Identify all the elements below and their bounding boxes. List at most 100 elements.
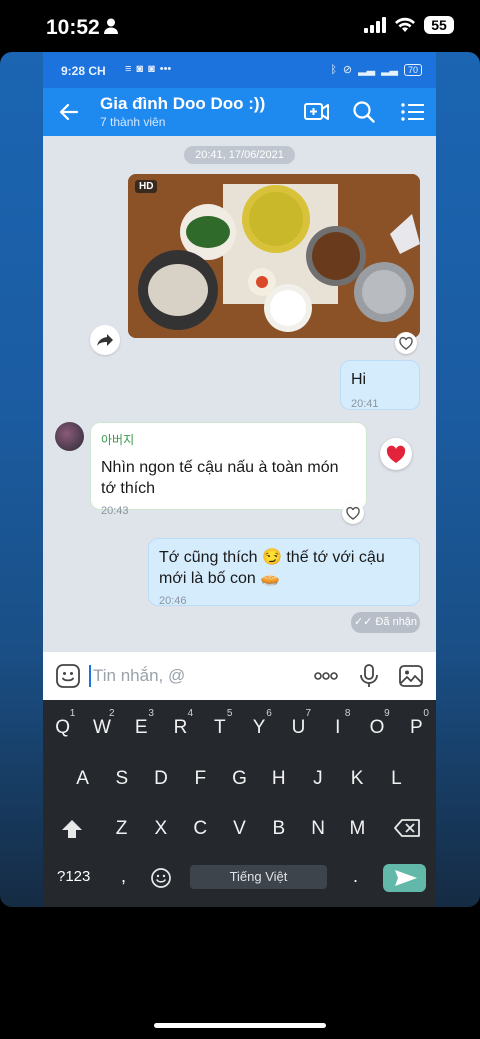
key-z[interactable]: Z xyxy=(102,818,141,846)
backspace-key[interactable] xyxy=(377,818,436,846)
key-e[interactable]: 3E xyxy=(122,708,161,739)
send-button[interactable] xyxy=(383,864,426,892)
key-j[interactable]: J xyxy=(298,768,337,790)
emoji-icon[interactable] xyxy=(55,663,81,689)
ios-time: 10:52 xyxy=(46,16,100,39)
bluetooth-icon: ᛒ xyxy=(330,63,337,76)
react-button[interactable] xyxy=(342,502,364,524)
video-call-icon[interactable] xyxy=(303,99,331,125)
numbers-key[interactable]: ?123 xyxy=(57,868,90,885)
search-icon[interactable] xyxy=(350,99,378,125)
heart-icon xyxy=(346,506,360,520)
more-notifications-icon: ••• xyxy=(159,63,172,75)
key-w[interactable]: 2W xyxy=(82,708,121,739)
message-time: 20:46 xyxy=(159,595,187,607)
heart-icon xyxy=(386,445,406,463)
send-icon xyxy=(395,870,417,886)
ios-status-bar: 10:52 55 xyxy=(0,0,480,52)
key-d[interactable]: D xyxy=(141,768,180,790)
home-indicator[interactable] xyxy=(154,1023,326,1028)
key-v[interactable]: V xyxy=(220,818,259,846)
heart-icon xyxy=(399,336,413,350)
back-arrow-icon[interactable] xyxy=(57,100,81,124)
space-key[interactable]: Tiếng Việt xyxy=(190,865,327,889)
gallery-icon[interactable] xyxy=(398,663,424,689)
member-count[interactable]: 7 thành viên xyxy=(100,115,165,129)
key-i[interactable]: 8I xyxy=(318,708,357,739)
message-notification-icon: ≡ xyxy=(125,63,132,75)
keyboard-row: A S D F G H J K L xyxy=(43,768,436,790)
mic-icon[interactable] xyxy=(356,663,382,689)
shift-key[interactable] xyxy=(43,818,102,846)
key-y[interactable]: 6Y xyxy=(239,708,278,739)
key-m[interactable]: M xyxy=(338,818,377,846)
message-text: Hi xyxy=(351,371,367,388)
android-screen: 9:28 CH ≡ ◙ ◙ ••• ᛒ ⊘ ▂▃ ▂▃ 70 Gia đình … xyxy=(43,52,436,907)
android-status-bar: 9:28 CH ≡ ◙ ◙ ••• ᛒ ⊘ ▂▃ ▂▃ 70 xyxy=(43,52,436,88)
mute-icon: ⊘ xyxy=(342,64,353,76)
key-s[interactable]: S xyxy=(102,768,141,790)
more-icon[interactable] xyxy=(313,663,339,689)
key-x[interactable]: X xyxy=(141,818,180,846)
key-c[interactable]: C xyxy=(181,818,220,846)
message-text: Tớ cũng thích 😏 thế tớ với cậu mới là bố… xyxy=(159,549,385,587)
share-button[interactable] xyxy=(90,325,120,355)
key-a[interactable]: A xyxy=(63,768,102,790)
received-message-bubble[interactable]: 아버지 Nhìn ngon tế cậu nấu à toàn món tớ t… xyxy=(90,422,367,517)
android-battery: 70 xyxy=(403,63,422,76)
instagram-icon: ◙ xyxy=(148,63,155,75)
message-text: Nhìn ngon tế cậu nấu à toàn món tớ thích xyxy=(101,459,339,497)
signal-icon: ▂▃ xyxy=(381,64,398,76)
key-g[interactable]: G xyxy=(220,768,259,790)
heart-reaction[interactable] xyxy=(380,438,412,470)
backspace-icon xyxy=(393,819,420,837)
key-n[interactable]: N xyxy=(298,818,337,846)
emoji-key-icon[interactable] xyxy=(150,867,172,889)
key-b[interactable]: B xyxy=(259,818,298,846)
message-time: 20:41 xyxy=(351,398,379,410)
react-button[interactable] xyxy=(395,332,417,354)
comma-key[interactable]: , xyxy=(121,866,126,887)
instagram-icon: ◙ xyxy=(136,63,144,75)
my-message-bubble[interactable]: Tớ cũng thích 😏 thế tớ với cậu mới là bố… xyxy=(148,538,420,607)
period-key[interactable]: . xyxy=(353,866,358,887)
key-r[interactable]: 4R xyxy=(161,708,200,739)
sender-name: 아버지 xyxy=(101,433,135,447)
signal-icon: ▂▃ xyxy=(358,64,376,76)
chat-title[interactable]: Gia đình Doo Doo :)) xyxy=(100,94,265,114)
key-h[interactable]: H xyxy=(259,768,298,790)
key-u[interactable]: 7U xyxy=(279,708,318,739)
my-message-bubble[interactable]: Hi 20:41 xyxy=(340,360,420,410)
key-q[interactable]: 1Q xyxy=(43,708,82,739)
message-time: 20:43 xyxy=(101,505,129,517)
message-list[interactable]: 20:41, 17/06/2021 HD Hi 20:41 아버지 Nhìn n… xyxy=(43,136,436,652)
hd-badge: HD xyxy=(135,180,158,193)
key-k[interactable]: K xyxy=(338,768,377,790)
date-separator: 20:41, 17/06/2021 xyxy=(184,146,295,164)
message-input[interactable]: Tin nhắn, @ xyxy=(93,666,185,686)
key-t[interactable]: 5T xyxy=(200,708,239,739)
text-cursor xyxy=(89,665,91,687)
message-input-bar: Tin nhắn, @ xyxy=(43,652,436,700)
key-l[interactable]: L xyxy=(377,768,416,790)
share-icon xyxy=(97,334,113,346)
person-icon xyxy=(104,18,118,34)
key-o[interactable]: 9O xyxy=(357,708,396,739)
menu-icon[interactable] xyxy=(399,99,427,125)
signal-icon xyxy=(364,17,386,33)
keyboard: 1Q 2W 3E 4R 5T 6Y 7U 8I 9O 0P A S D F G … xyxy=(43,700,436,907)
key-p[interactable]: 0P xyxy=(397,708,436,739)
android-time: 9:28 CH xyxy=(61,64,106,78)
delivery-status: ✓✓ Đã nhận xyxy=(351,612,420,633)
food-photo-image xyxy=(128,174,420,338)
food-photo[interactable] xyxy=(128,174,420,338)
double-check-icon: ✓✓ xyxy=(353,616,373,628)
key-f[interactable]: F xyxy=(181,768,220,790)
chat-header: Gia đình Doo Doo :)) 7 thành viên xyxy=(43,88,436,136)
battery-indicator: 55 xyxy=(424,16,454,34)
keyboard-row: Z X C V B N M xyxy=(43,818,436,846)
shift-icon xyxy=(62,820,83,838)
keyboard-row: 1Q 2W 3E 4R 5T 6Y 7U 8I 9O 0P xyxy=(43,708,436,739)
avatar[interactable] xyxy=(55,422,84,451)
wifi-icon xyxy=(395,17,415,32)
